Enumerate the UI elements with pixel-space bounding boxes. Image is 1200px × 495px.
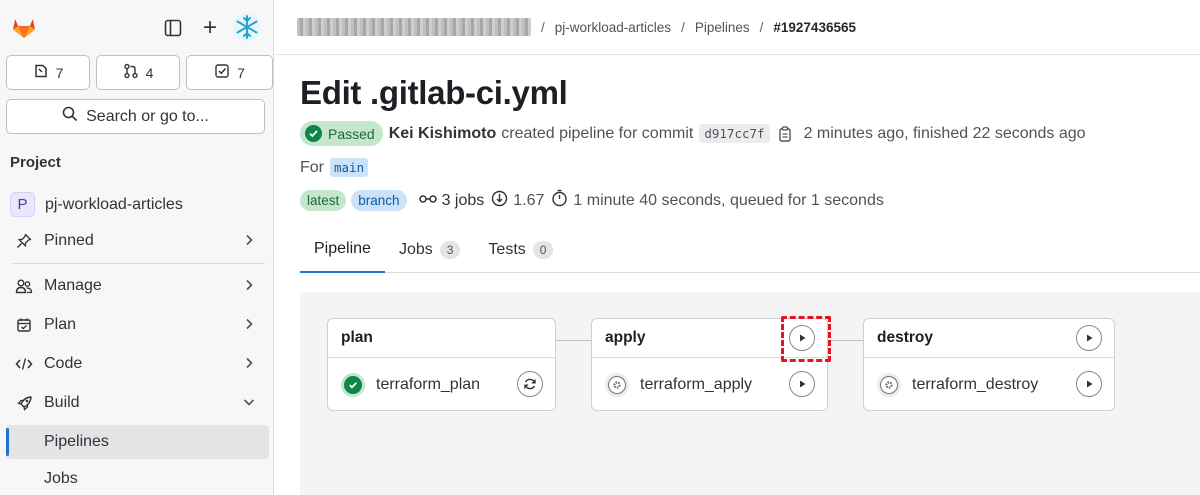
stage-title: destroy — [864, 319, 1114, 358]
code-icon — [14, 354, 34, 374]
tab-count: 0 — [532, 240, 554, 259]
create-new-plus-icon[interactable]: + — [198, 16, 222, 40]
job-name: terraform_apply — [640, 375, 753, 393]
sidebar-item-manage[interactable]: Manage — [0, 268, 270, 304]
retry-icon[interactable] — [517, 371, 543, 397]
status-success-icon — [341, 372, 365, 397]
stage-connector — [828, 340, 864, 341]
copy-icon[interactable] — [778, 125, 794, 143]
sidebar-item-jobs[interactable]: Jobs — [6, 462, 269, 495]
job-name: terraform_plan — [376, 375, 481, 393]
pipeline-author[interactable]: Kei Kishimoto — [389, 125, 497, 143]
play-icon[interactable] — [1076, 371, 1102, 397]
rocket-icon — [14, 393, 34, 413]
chevron-right-icon — [242, 356, 256, 370]
sidebar-header: + — [0, 0, 273, 56]
compute-icon — [491, 190, 508, 212]
sidebar-item-pinned[interactable]: Pinned — [0, 223, 270, 259]
sidebar: + 7 4 7 Search or go to... Project P pj-… — [0, 0, 274, 495]
project-avatar: P — [10, 192, 35, 217]
sidebar-counters: 7 4 7 — [6, 55, 273, 90]
pipeline-summary: Passed Kei Kishimoto created pipeline fo… — [300, 121, 1086, 146]
chevron-down-icon — [242, 395, 256, 409]
highlight-annotation-box — [781, 316, 831, 362]
top-bar: / pj-workload-articles / Pipelines / #19… — [275, 0, 1200, 55]
sidebar-item-code[interactable]: Code — [0, 346, 270, 382]
user-avatar[interactable] — [233, 13, 261, 41]
sidebar-toggle-icon[interactable] — [161, 16, 185, 40]
gitlab-logo-icon[interactable] — [10, 13, 38, 41]
job-terraform-apply[interactable]: terraform_apply — [592, 358, 827, 411]
pipeline-tabs: Pipeline Jobs 3 Tests 0 — [300, 226, 1200, 273]
breadcrumb: / pj-workload-articles / Pipelines / #19… — [297, 18, 856, 36]
job-terraform-plan[interactable]: terraform_plan — [328, 358, 555, 411]
search-button[interactable]: Search or go to... — [6, 99, 265, 134]
job-terraform-destroy[interactable]: terraform_destroy — [864, 358, 1114, 411]
timer-icon — [551, 189, 568, 212]
check-circle-icon — [305, 125, 322, 142]
status-manual-gear-icon — [877, 372, 901, 397]
breadcrumb-pipelines[interactable]: Pipelines — [695, 20, 750, 35]
breadcrumb-project[interactable]: pj-workload-articles — [555, 20, 671, 35]
commit-sha[interactable]: d917cc7f — [699, 124, 770, 143]
merge-request-icon — [123, 63, 139, 82]
pipeline-badges-row: latest branch 3 jobs 1.67 1 minute 40 se… — [300, 189, 884, 212]
pipeline-time: 2 minutes ago, finished 22 seconds ago — [803, 124, 1086, 142]
calendar-icon — [14, 315, 34, 335]
status-manual-gear-icon — [605, 372, 629, 397]
merge-requests-counter-button[interactable]: 4 — [96, 55, 180, 90]
pipeline-icon — [418, 192, 437, 210]
breadcrumb-pipeline-id[interactable]: #1927436565 — [773, 20, 856, 35]
pin-icon — [14, 231, 34, 251]
pipeline-ref-row: For main — [300, 158, 369, 177]
branch-badge: branch — [351, 190, 407, 211]
sidebar-section-title: Project — [10, 154, 61, 171]
chevron-right-icon — [242, 317, 256, 331]
sidebar-item-plan[interactable]: Plan — [0, 307, 270, 343]
search-icon — [62, 106, 78, 127]
ref-link[interactable]: main — [330, 158, 369, 177]
status-badge[interactable]: Passed — [300, 121, 383, 146]
users-icon — [14, 276, 34, 296]
stage-connector — [556, 340, 592, 341]
sidebar-divider — [12, 263, 265, 264]
latest-badge: latest — [300, 190, 347, 211]
page-title: Edit .gitlab-ci.yml — [300, 74, 568, 111]
for-label: For — [300, 158, 324, 176]
breadcrumb-separator: / — [541, 19, 545, 35]
chevron-right-icon — [242, 233, 256, 247]
job-name: terraform_destroy — [912, 375, 1039, 393]
breadcrumb-separator: / — [681, 19, 685, 35]
pipeline-created-text: created pipeline for commit — [501, 124, 694, 142]
pipeline-duration: 1 minute 40 seconds, queued for 1 second… — [551, 189, 884, 212]
stage-play-icon[interactable] — [1076, 325, 1102, 351]
sidebar-item-pipelines[interactable]: Pipelines — [6, 425, 269, 459]
stage-destroy: destroy terraform_destroy — [863, 318, 1115, 411]
todos-counter-button[interactable]: 7 — [186, 55, 273, 90]
jobs-count: 3 jobs — [418, 192, 484, 210]
sidebar-item-build[interactable]: Build — [0, 385, 270, 421]
sidebar-project-link[interactable]: P pj-workload-articles — [10, 192, 183, 217]
search-label: Search or go to... — [86, 107, 209, 125]
issues-icon — [33, 63, 49, 82]
tab-count: 3 — [439, 240, 461, 259]
breadcrumb-redacted-group[interactable] — [297, 18, 531, 36]
stage-title: plan — [328, 319, 555, 358]
tab-tests[interactable]: Tests 0 — [474, 226, 567, 273]
tab-jobs[interactable]: Jobs 3 — [385, 226, 474, 273]
breadcrumb-separator: / — [759, 19, 764, 35]
todo-icon — [214, 63, 230, 82]
project-name: pj-workload-articles — [45, 195, 183, 213]
main-content: / pj-workload-articles / Pipelines / #19… — [275, 0, 1200, 495]
issues-counter-button[interactable]: 7 — [6, 55, 90, 90]
stage-plan: plan terraform_plan — [327, 318, 556, 411]
compute-usage: 1.67 — [491, 190, 544, 212]
play-icon[interactable] — [789, 371, 815, 397]
pipeline-graph: plan terraform_plan apply terraform_appl… — [300, 292, 1200, 495]
chevron-right-icon — [242, 278, 256, 292]
tab-pipeline[interactable]: Pipeline — [300, 226, 385, 273]
